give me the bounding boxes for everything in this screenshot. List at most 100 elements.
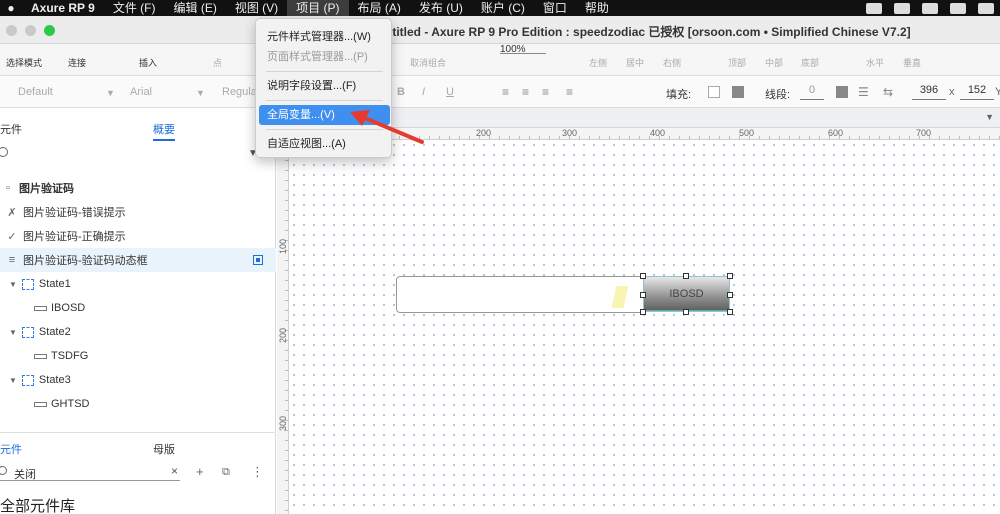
italic-button[interactable]: I	[422, 86, 425, 98]
tree-widget-item[interactable]: ✗ 图片验证码-错误提示	[0, 200, 276, 224]
font-select[interactable]: Arial	[130, 86, 152, 98]
align-center-button[interactable]: 居中	[626, 56, 644, 69]
zoom-window-button[interactable]	[44, 25, 55, 36]
library-search-input[interactable]: 关闭 ×	[0, 463, 180, 481]
menu-file[interactable]: 文件 (F)	[104, 0, 165, 16]
ungroup-button[interactable]: 取消组合	[410, 56, 446, 69]
selection-handle[interactable]	[683, 273, 689, 279]
align-middle-button[interactable]: 中部	[765, 56, 783, 69]
tree-page-item[interactable]: ▫ 图片验证码	[0, 176, 276, 200]
library-select[interactable]: 全部元件库	[0, 495, 75, 514]
selection-handle[interactable]	[727, 292, 733, 298]
text-align-right-icon[interactable]: ≡	[542, 85, 549, 99]
tree-text-item[interactable]: TSDFG	[0, 344, 276, 368]
menu-app-name[interactable]: Axure RP 9	[22, 0, 104, 16]
captcha-code-widget[interactable]: IBOSD	[643, 276, 730, 312]
selection-handle[interactable]	[640, 292, 646, 298]
text-justify-icon[interactable]: ≡	[566, 85, 573, 99]
apple-icon[interactable]: ●	[0, 1, 22, 15]
tree-state-item[interactable]: ▼ State2	[0, 320, 276, 344]
tree-state-item[interactable]: ▼ State1	[0, 272, 276, 296]
format-toolbar: Default ▼ Arial ▼ Regula B I U ≡ ≡ ≡ ≡ 填…	[0, 76, 1000, 108]
align-right-button[interactable]: 右侧	[663, 56, 681, 69]
align-bottom-button[interactable]: 底部	[801, 56, 819, 69]
insert-button[interactable]: 插入	[139, 56, 157, 69]
point-button[interactable]: 点	[213, 56, 222, 69]
underline-button[interactable]: U	[446, 86, 454, 98]
stroke-width-field[interactable]: 0	[800, 84, 824, 100]
font-weight-select[interactable]: Regula	[222, 86, 257, 98]
menu-item-widget-style-manager[interactable]: 元件样式管理器...(W)	[259, 27, 390, 47]
fill-gradient-swatch[interactable]	[732, 86, 744, 98]
selection-handle[interactable]	[727, 273, 733, 279]
selection-handle[interactable]	[640, 273, 646, 279]
tray-icon[interactable]	[866, 2, 882, 14]
chevron-down-icon[interactable]: ▼	[9, 376, 17, 385]
clear-search-icon[interactable]: ×	[171, 464, 178, 478]
connect-button[interactable]: 连接	[68, 56, 86, 69]
close-window-button[interactable]	[6, 25, 17, 36]
add-library-icon[interactable]: +	[196, 464, 204, 479]
y-position-field[interactable]: 152	[960, 84, 994, 100]
arrow-style-icon[interactable]: ⇆	[883, 85, 893, 99]
fill-label: 填充:	[666, 89, 692, 101]
stroke-color-swatch[interactable]	[836, 86, 848, 98]
tray-icon[interactable]	[978, 2, 994, 14]
tray-icon[interactable]	[922, 2, 938, 14]
x-position-field[interactable]: 396	[912, 84, 946, 100]
zoom-select[interactable]: 100%	[500, 44, 546, 54]
search-icon[interactable]	[0, 147, 8, 157]
menu-separator	[266, 71, 383, 72]
tree-text-item[interactable]: GHTSD	[0, 392, 276, 416]
menu-layout[interactable]: 布局 (A)	[349, 0, 410, 16]
select-mode-button[interactable]: 选择模式	[6, 56, 42, 69]
selection-handle[interactable]	[640, 309, 646, 315]
selection-handle[interactable]	[683, 309, 689, 315]
captcha-input-widget[interactable]	[396, 276, 644, 313]
menu-edit[interactable]: 编辑 (E)	[164, 0, 225, 16]
menu-item-note-fields[interactable]: 说明字段设置...(F)	[259, 76, 390, 96]
minimize-window-button[interactable]	[25, 25, 36, 36]
text-align-center-icon[interactable]: ≡	[522, 85, 529, 99]
menu-separator	[266, 100, 383, 101]
design-canvas[interactable]: ▼ 200 300 400 500 600 700 100 200 300 IB…	[277, 108, 1000, 514]
chevron-down-icon[interactable]: ▼	[985, 112, 994, 122]
menu-account[interactable]: 账户 (C)	[472, 0, 534, 16]
menu-publish[interactable]: 发布 (U)	[410, 0, 472, 16]
tab-masters[interactable]: 母版	[153, 441, 175, 457]
fill-color-swatch[interactable]	[708, 86, 720, 98]
distribute-horizontal-button[interactable]: 水平	[866, 56, 884, 69]
menu-help[interactable]: 帮助	[576, 0, 618, 16]
tray-icon[interactable]	[894, 2, 910, 14]
menu-view[interactable]: 视图 (V)	[226, 0, 287, 16]
chevron-down-icon[interactable]: ▼	[9, 328, 17, 337]
tab-libraries[interactable]: 元件	[0, 441, 22, 457]
chevron-down-icon[interactable]: ▼	[196, 88, 205, 98]
tree-dynamic-panel-item[interactable]: ≡ 图片验证码-验证码动态框	[0, 248, 276, 272]
distribute-vertical-button[interactable]: 垂直	[903, 56, 921, 69]
bold-button[interactable]: B	[397, 86, 405, 98]
visibility-marker-icon[interactable]	[253, 255, 263, 265]
tree-widget-item[interactable]: ✓ 图片验证码-正确提示	[0, 224, 276, 248]
stroke-pattern-icon[interactable]: ☰	[858, 85, 869, 99]
style-select[interactable]: Default	[18, 86, 53, 98]
selection-handle[interactable]	[727, 309, 733, 315]
align-top-button[interactable]: 顶部	[728, 56, 746, 69]
menu-window[interactable]: 窗口	[534, 0, 576, 16]
library-window-icon[interactable]: ⧉	[222, 466, 230, 479]
outline-search[interactable]: ▼	[0, 144, 276, 164]
tab-outline[interactable]: 概要	[153, 121, 175, 141]
align-left-button[interactable]: 左侧	[589, 56, 607, 69]
tree-state-item[interactable]: ▼ State3	[0, 368, 276, 392]
text-align-left-icon[interactable]: ≡	[502, 85, 509, 99]
tab-widgets[interactable]: 元件	[0, 121, 22, 137]
menu-item-page-style-manager[interactable]: 页面样式管理器...(P)	[259, 47, 390, 67]
ruler-tick-label: 400	[650, 128, 666, 138]
more-options-icon[interactable]: ⋮	[251, 464, 264, 480]
chevron-down-icon[interactable]: ▼	[9, 280, 17, 289]
tree-text-item[interactable]: IBOSD	[0, 296, 276, 320]
chevron-down-icon[interactable]: ▼	[106, 88, 115, 98]
tray-icon[interactable]	[950, 2, 966, 14]
menu-project[interactable]: 项目 (P)	[287, 0, 349, 16]
ruler-tick-label: 600	[828, 128, 844, 138]
